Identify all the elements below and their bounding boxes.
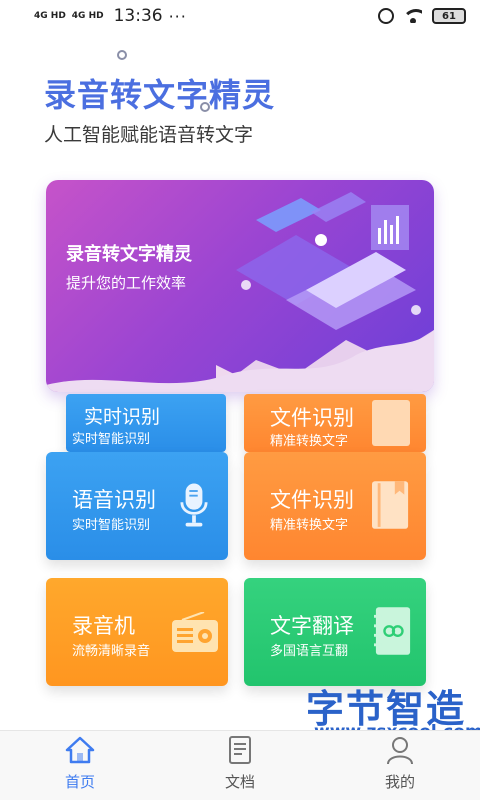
translate-card[interactable]: 文字翻译 多国语言互翻 [244,578,426,686]
home-icon [65,736,95,764]
signal-icon-2: 4G HD [71,10,104,21]
status-dots: ··· [168,6,187,26]
signal-icon: 4G HD [34,10,66,21]
book-icon [372,481,409,529]
tab-home-label: 首页 [64,773,95,791]
app-title: 录音转文字精灵 [44,76,276,114]
card-title: 文字翻译 [270,614,354,638]
user-icon [387,737,413,765]
battery-icon: 61 [432,8,466,24]
file-recognition-card-ghost: 文件识别 精准转换文字 [244,394,426,452]
translate-book-icon [374,607,411,655]
banner-subtitle: 提升您的工作效率 [66,274,187,292]
document-icon [229,736,251,764]
card-subtitle: 实时智能识别 [72,518,151,533]
voice-recognition-card-ghost: 实时识别 实时智能识别 [66,394,226,452]
card-title: 文件识别 [270,488,354,512]
tab-mine[interactable]: 我的 [320,731,480,800]
bottom-nav: 首页 文档 我的 [0,730,480,800]
voice-recognition-card[interactable]: 语音识别 实时智能识别 [46,452,228,560]
decor-circle-icon [117,50,127,60]
radio-icon [172,612,218,652]
tab-home[interactable]: 首页 [0,731,160,800]
card-subtitle: 多国语言互翻 [270,644,349,659]
card-subtitle: 流畅清晰录音 [72,644,151,659]
tab-docs[interactable]: 文档 [160,731,320,800]
tab-docs-label: 文档 [224,773,255,791]
book-icon [372,400,410,446]
card-title: 语音识别 [72,488,156,512]
promo-banner[interactable]: 录音转文字精灵 提升您的工作效率 [46,180,434,392]
status-time: 13:36 [113,6,163,26]
alarm-icon [378,8,394,24]
status-bar: 4G HD 4G HD 13:36 ··· 61 [0,0,480,32]
card-subtitle: 精准转换文字 [270,518,349,533]
card-title: 录音机 [72,614,135,638]
card-title: 文件识别 [270,406,354,430]
card-subtitle: 实时智能识别 [72,432,151,447]
wifi-icon [404,9,422,23]
recorder-card[interactable]: 录音机 流畅清晰录音 [46,578,228,686]
microphone-icon [180,483,208,527]
card-title: 实时识别 [84,406,161,428]
card-subtitle: 精准转换文字 [270,434,349,449]
banner-title: 录音转文字精灵 [66,244,192,265]
app-subtitle: 人工智能赋能语音转文字 [44,124,254,146]
isometric-devices-illustration [216,192,434,390]
file-recognition-card[interactable]: 文件识别 精准转换文字 [244,452,426,560]
tab-mine-label: 我的 [384,773,415,791]
